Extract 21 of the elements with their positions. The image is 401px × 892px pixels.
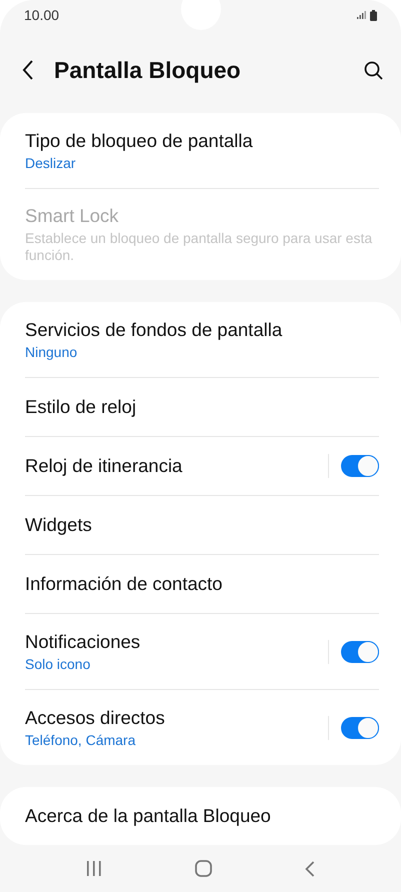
toggle-switch[interactable] xyxy=(341,716,379,738)
settings-item[interactable]: Reloj de itinerancia xyxy=(25,437,379,495)
settings-item[interactable]: Estilo de reloj xyxy=(25,378,379,436)
settings-item[interactable]: Tipo de bloqueo de pantalla Deslizar xyxy=(25,113,379,188)
settings-item[interactable]: Notificaciones Solo icono xyxy=(25,614,379,689)
signal-icon xyxy=(357,11,366,19)
toggle-switch[interactable] xyxy=(341,640,379,662)
back-icon xyxy=(22,60,34,80)
settings-item[interactable]: Accesos directos Teléfono, Cámara xyxy=(25,690,379,765)
settings-item[interactable]: Información de contacto xyxy=(25,555,379,613)
recent-apps-icon[interactable] xyxy=(86,861,102,876)
settings-item[interactable]: Widgets xyxy=(25,496,379,554)
status-time: 10.00 xyxy=(24,7,60,23)
toggle-switch[interactable] xyxy=(341,455,379,477)
settings-item[interactable]: Servicios de fondos de pantalla Ninguno xyxy=(25,302,379,377)
back-nav-icon[interactable] xyxy=(304,860,315,876)
settings-item[interactable]: Acerca de la pantalla Bloqueo xyxy=(25,787,379,845)
home-icon[interactable] xyxy=(194,860,212,877)
battery-icon xyxy=(370,10,377,20)
search-icon xyxy=(364,60,383,80)
page-title: Pantalla Bloqueo xyxy=(54,56,242,84)
